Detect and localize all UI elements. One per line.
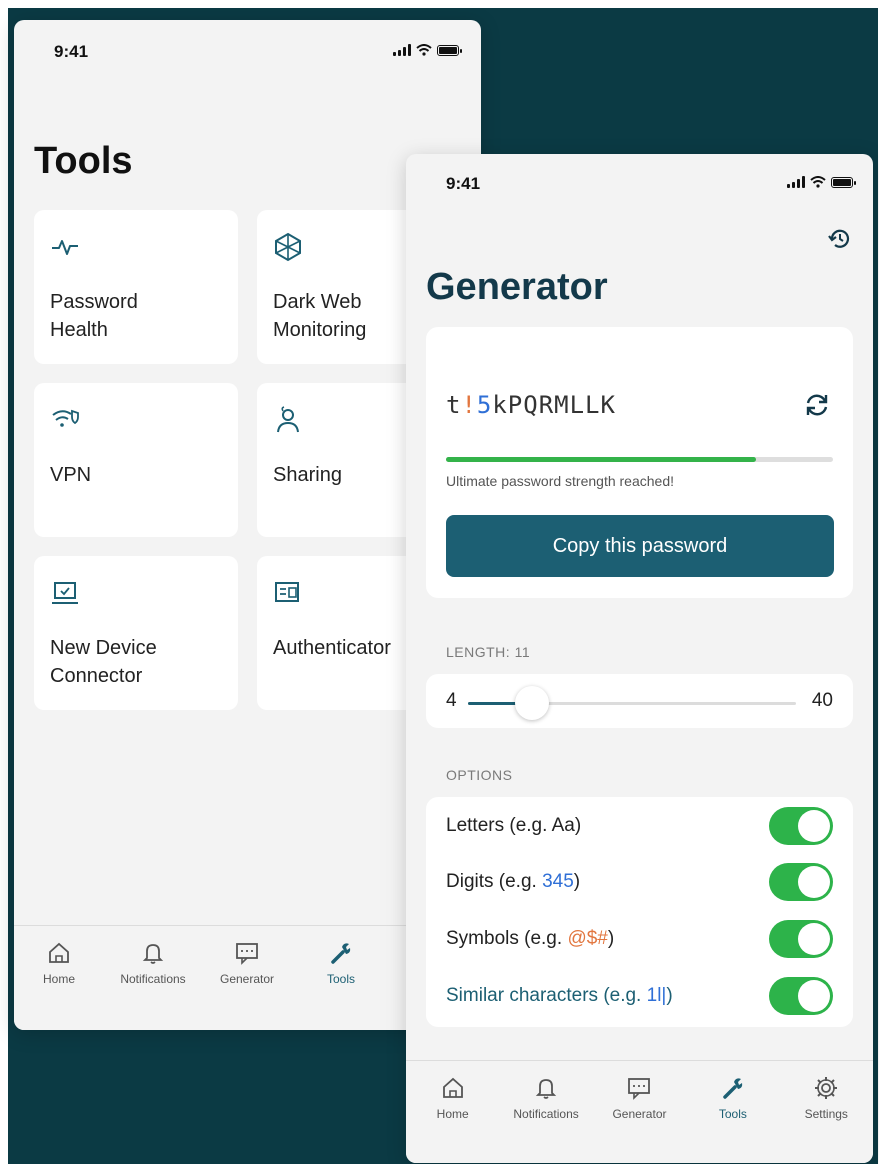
status-time: 9:41 — [54, 42, 89, 61]
wrench-icon — [331, 943, 351, 964]
tab-label: Home — [436, 1107, 469, 1121]
wifi-icon — [416, 44, 432, 56]
option-label: Letters (e.g. Aa) — [446, 815, 581, 837]
tab-home[interactable]: Home — [408, 1075, 498, 1163]
generator-icon — [236, 943, 258, 965]
laptop-icon — [52, 582, 78, 604]
tab-label: Settings — [804, 1107, 848, 1121]
option-symbols: Symbols (e.g. @$#) — [446, 918, 833, 958]
wifi-icon — [810, 176, 826, 188]
tab-label: Tools — [326, 972, 355, 986]
tab-label: Generator — [219, 972, 275, 986]
tab-notifications[interactable]: Notifications — [501, 1075, 591, 1163]
generator-icon — [628, 1078, 651, 1100]
wrench-icon — [723, 1078, 743, 1099]
history-icon[interactable] — [827, 226, 853, 252]
length-label: LENGTH: 11 — [446, 644, 531, 660]
copy-password-button[interactable]: Copy this password — [446, 515, 834, 577]
tile-new-device-connector[interactable]: New Device Connector — [34, 556, 238, 710]
tab-label: Notifications — [120, 972, 186, 986]
option-suffix: ) — [607, 928, 615, 949]
option-example: 1l| — [646, 985, 667, 1006]
authenticator-icon — [275, 582, 299, 602]
sharing-icon — [277, 406, 299, 433]
option-example: 345 — [542, 871, 574, 892]
digits-toggle[interactable] — [769, 863, 833, 901]
status-time: 9:41 — [446, 174, 481, 193]
bell-icon — [142, 944, 164, 964]
status-icons — [393, 44, 462, 56]
signal-icon — [393, 44, 411, 56]
tile-label: Authenticator — [273, 637, 391, 659]
option-text: Digits (e.g. — [446, 871, 543, 892]
strength-meter — [446, 457, 833, 462]
slider-thumb[interactable] — [514, 686, 549, 720]
letters-toggle[interactable] — [769, 807, 833, 845]
symbols-toggle[interactable] — [769, 920, 833, 958]
tab-settings[interactable]: Settings — [781, 1075, 871, 1163]
tab-label: Generator — [612, 1107, 667, 1121]
option-label: Symbols (e.g. @$#) — [446, 928, 614, 950]
slider-max: 40 — [811, 690, 833, 711]
strength-text: Ultimate password strength reached! — [446, 473, 674, 489]
vpn-icon — [52, 409, 79, 427]
refresh-icon[interactable] — [803, 391, 831, 419]
option-label: Digits (e.g. 345) — [446, 871, 580, 893]
home-icon — [442, 1077, 463, 1098]
generator-screen: 9:41 Generator t!5kPQRMLLK Ultimate pass… — [406, 154, 873, 1163]
bell-icon — [535, 1079, 557, 1099]
tab-generator[interactable]: Generator — [202, 940, 292, 1030]
option-text: Symbols (e.g. — [446, 928, 568, 949]
tab-home[interactable]: Home — [14, 940, 104, 1030]
status-icons — [787, 176, 856, 188]
generated-password[interactable]: t!5kPQRMLLK — [446, 391, 616, 419]
tile-label: VPN — [50, 464, 92, 486]
tile-label: Dark Web Monitoring — [273, 291, 367, 341]
tile-vpn[interactable]: VPN — [34, 383, 238, 537]
web-icon — [275, 232, 301, 262]
password-digit: 5 — [476, 391, 493, 419]
battery-icon — [831, 177, 856, 188]
password-letter: t — [446, 391, 462, 419]
length-card: 4 40 — [426, 674, 853, 728]
option-letters: Letters (e.g. Aa) — [446, 805, 833, 845]
options-label: OPTIONS — [446, 767, 513, 783]
option-label: Similar characters (e.g. 1l|) — [446, 985, 673, 1007]
tab-label: Tools — [718, 1107, 747, 1121]
home-icon — [49, 942, 69, 963]
option-suffix: ) — [666, 985, 673, 1006]
battery-icon — [437, 45, 462, 56]
slider-min: 4 — [446, 690, 457, 711]
option-text: Similar characters (e.g. — [446, 985, 647, 1006]
tab-tools[interactable]: Tools — [296, 940, 386, 1030]
tab-label: Notifications — [513, 1107, 579, 1121]
strength-fill — [446, 457, 756, 462]
option-similar: Similar characters (e.g. 1l|) — [446, 975, 833, 1015]
tile-label: Password Health — [50, 291, 138, 341]
gear-icon — [815, 1077, 838, 1099]
pulse-icon — [52, 240, 78, 255]
option-suffix: ) — [573, 871, 581, 892]
tab-generator[interactable]: Generator — [594, 1075, 684, 1163]
page-title: Tools — [34, 140, 133, 182]
tab-notifications[interactable]: Notifications — [108, 940, 198, 1030]
similar-toggle[interactable] — [769, 977, 833, 1015]
options-card: Letters (e.g. Aa) Digits (e.g. 345) Symb… — [426, 797, 853, 1027]
option-example: @$# — [567, 928, 608, 949]
page-title: Generator — [426, 266, 608, 308]
password-symbol: ! — [461, 391, 477, 419]
password-rest: kPQRMLLK — [492, 391, 616, 419]
password-card: t!5kPQRMLLK Ultimate password strength r… — [426, 327, 853, 598]
option-text: Letters (e.g. Aa) — [446, 815, 582, 836]
tab-label: Home — [42, 972, 75, 986]
signal-icon — [787, 176, 805, 188]
tab-tools[interactable]: Tools — [688, 1075, 778, 1163]
tile-label: New Device Connector — [50, 637, 157, 687]
tab-bar: Home Notifications Generator Tools Setti… — [406, 1060, 873, 1163]
tile-password-health[interactable]: Password Health — [34, 210, 238, 364]
option-digits: Digits (e.g. 345) — [446, 861, 833, 901]
tile-label: Sharing — [273, 464, 342, 486]
